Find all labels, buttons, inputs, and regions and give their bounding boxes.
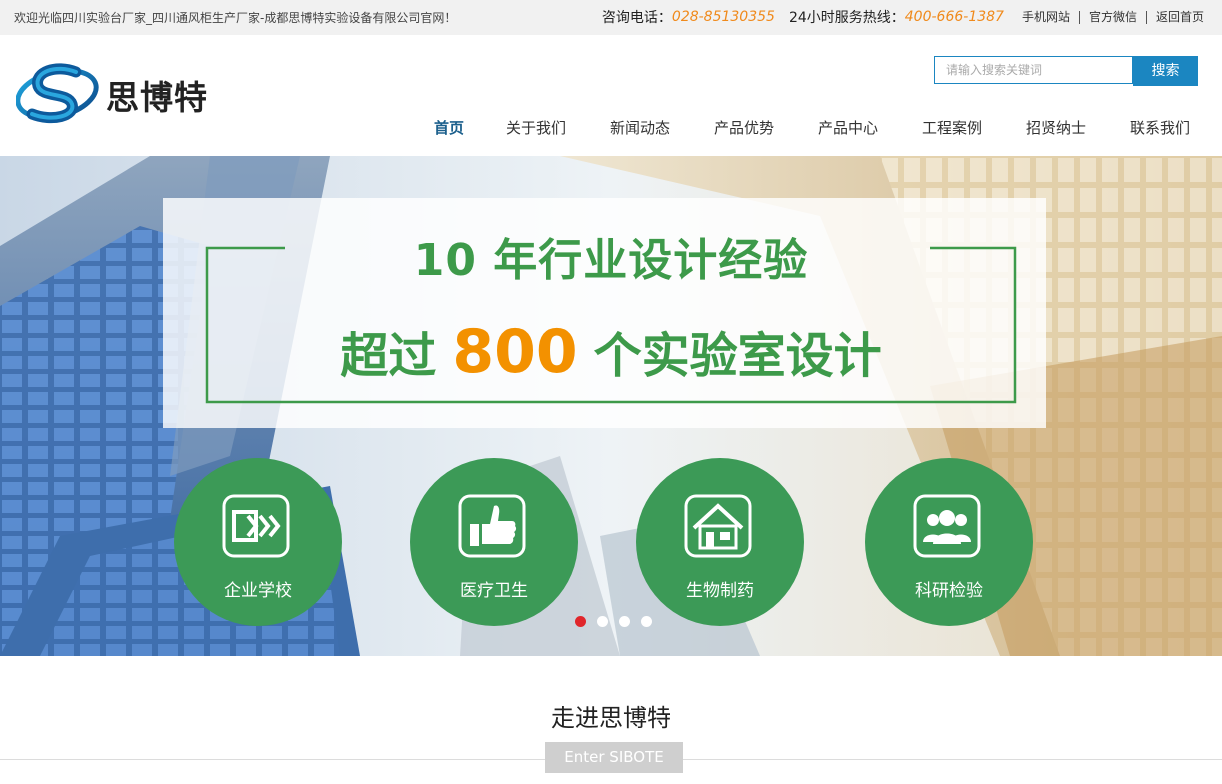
logo-text: 思博特 (106, 78, 208, 117)
hotline-phone: 400-666-1387 (904, 9, 1004, 25)
category-research-testing[interactable]: 科研检验 (865, 458, 1033, 626)
nav-item-about[interactable]: 关于我们 (506, 117, 566, 138)
nav-item-careers[interactable]: 招贤纳士 (1026, 117, 1086, 138)
hotline-label: 24小时服务热线： (788, 10, 905, 26)
section-title: 走进思博特 (551, 704, 671, 732)
category-label: 科研检验 (915, 581, 983, 601)
consult-phone: 028-85130355 (671, 9, 775, 25)
nav-item-products[interactable]: 产品中心 (818, 117, 878, 138)
category-biopharma[interactable]: 生物制药 (636, 458, 804, 626)
category-label: 医疗卫生 (460, 581, 528, 601)
home-link[interactable]: 返回首页 (1145, 10, 1204, 24)
slider-dot-4[interactable] (641, 616, 652, 627)
house-icon (684, 494, 752, 558)
search-input[interactable] (934, 56, 1133, 84)
thumbs-up-icon (458, 494, 526, 558)
headline-2-suffix: 个实验室设计 (593, 328, 882, 384)
category-enterprise-school[interactable]: 企业学校 (174, 458, 342, 626)
welcome-text: 欢迎光临四川实验台厂家_四川通风柜生产厂家-成都思博特实验设备有限公司官网！ (14, 11, 457, 25)
nav-item-contact[interactable]: 联系我们 (1130, 117, 1190, 138)
consult-label: 咨询电话： (601, 10, 672, 26)
logo-mark-icon (15, 63, 99, 124)
nav-item-news[interactable]: 新闻动态 (610, 117, 670, 138)
top-contact: 咨询电话： 028-85130355 24小时服务热线： 400-666-138… (602, 7, 1204, 27)
banner-headline-2: 超过 800 个实验室设计 (0, 316, 1222, 387)
wechat-link[interactable]: 官方微信 (1078, 10, 1146, 24)
search-button[interactable]: 搜索 (1133, 56, 1198, 86)
slider-dot-3[interactable] (619, 616, 630, 627)
mobile-site-link[interactable]: 手机网站 (1018, 10, 1079, 24)
section-subtitle: Enter SIBOTE (545, 742, 683, 773)
logo[interactable]: 思博特 (15, 62, 226, 126)
top-bar: 欢迎光临四川实验台厂家_四川通风柜生产厂家-成都思博特实验设备有限公司官网！ 咨… (0, 0, 1222, 35)
nav-item-advantages[interactable]: 产品优势 (714, 117, 774, 138)
slider-dot-2[interactable] (597, 616, 608, 627)
category-medical-health[interactable]: 医疗卫生 (410, 458, 578, 626)
slider-dot-1[interactable] (575, 616, 586, 627)
headline-2-prefix: 超过 (340, 328, 437, 384)
category-label: 企业学校 (224, 581, 292, 601)
arrow-forward-icon (222, 494, 290, 558)
hero-banner: 10 年行业设计经验 超过 800 个实验室设计 企业学校 医疗卫生 生物制药 … (0, 156, 1222, 656)
people-group-icon (913, 494, 981, 558)
category-label: 生物制药 (686, 581, 754, 601)
nav-item-cases[interactable]: 工程案例 (922, 117, 982, 138)
headline-2-number: 800 (452, 317, 578, 387)
search-box: 搜索 (934, 56, 1198, 86)
nav-item-home[interactable]: 首页 (434, 117, 464, 138)
banner-headline-1: 10 年行业设计经验 (413, 235, 809, 286)
